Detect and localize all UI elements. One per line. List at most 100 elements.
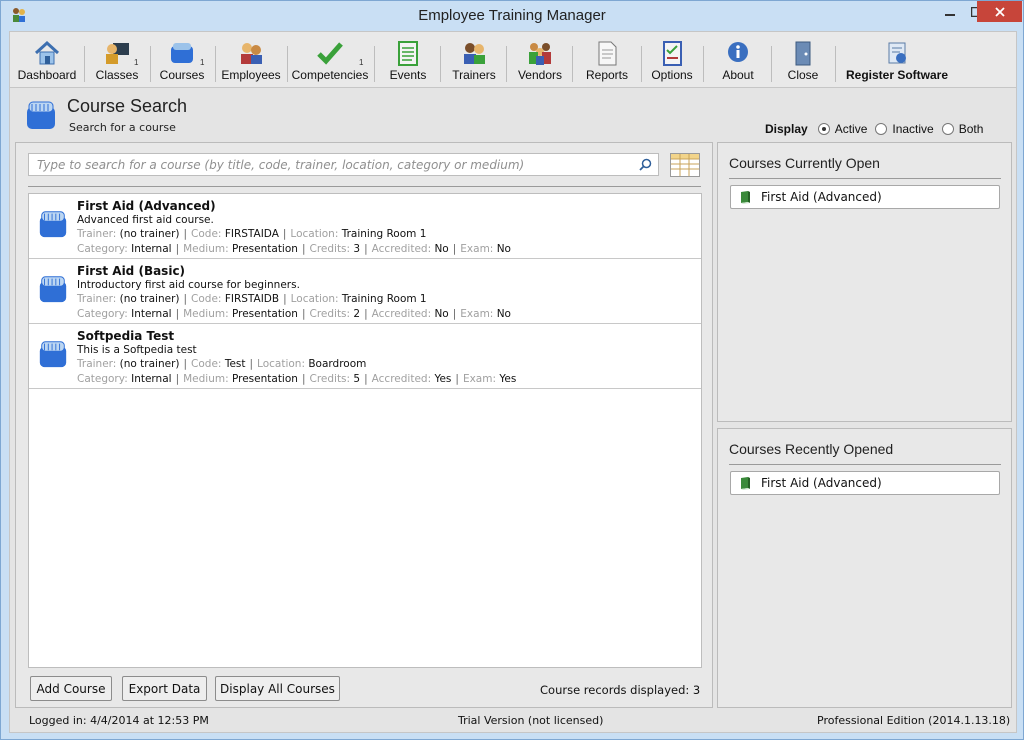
report-icon xyxy=(598,41,617,66)
toolbar-separator xyxy=(440,46,441,82)
course-exam: No xyxy=(496,308,511,320)
trainers-icon xyxy=(464,43,485,64)
course-category: Internal xyxy=(131,243,172,255)
field-key: Category: xyxy=(77,243,128,255)
classroom-icon xyxy=(106,43,129,64)
field-key: Medium: xyxy=(183,308,229,320)
toolbar-label: Trainers xyxy=(452,68,496,82)
course-icon xyxy=(39,341,67,368)
field-key: Category: xyxy=(77,373,128,385)
course-detail-line: Category: Internal | Medium: Presentation |… xyxy=(77,373,517,385)
toolbar-separator xyxy=(150,46,151,82)
search-input[interactable] xyxy=(29,154,629,175)
field-key: Location: xyxy=(290,293,339,305)
toolbar-trainers-button[interactable]: Trainers xyxy=(444,32,504,88)
toolbar-reports-button[interactable]: Reports xyxy=(576,32,638,88)
toolbar-label: Competencies xyxy=(291,68,369,82)
course-accredited: Yes xyxy=(434,373,452,385)
course-icon xyxy=(27,101,55,129)
course-location: Boardroom xyxy=(308,358,367,370)
export-data-button[interactable]: Export Data xyxy=(122,676,207,701)
divider xyxy=(729,464,1001,465)
courses-recent-panel: Courses Recently Opened First Aid (Advan… xyxy=(717,428,1012,708)
competencies-count: 1 xyxy=(359,58,364,67)
minimize-button[interactable] xyxy=(936,1,963,22)
field-key: Credits: xyxy=(309,308,351,320)
toolbar-classes-button[interactable]: 1 Classes xyxy=(88,32,146,88)
field-key: Code: xyxy=(191,228,222,240)
field-key: Exam: xyxy=(460,243,494,255)
course-description: Advanced first aid course. xyxy=(77,214,214,226)
toolbar-competencies-button[interactable]: 1 Competencies xyxy=(291,32,369,88)
field-key: Exam: xyxy=(462,373,497,385)
field-key: Trainer: xyxy=(77,358,117,370)
display-inactive-radio[interactable]: Inactive xyxy=(875,122,934,136)
display-active-radio[interactable]: Active xyxy=(817,122,868,136)
close-window-button[interactable] xyxy=(977,1,1022,22)
toolbar-options-button[interactable]: Options xyxy=(645,32,699,88)
radio-button xyxy=(941,123,954,135)
course-accredited: No xyxy=(434,308,449,320)
toolbar-about-button[interactable]: About xyxy=(707,32,769,88)
course-list: First Aid (Advanced) Advanced first aid … xyxy=(28,193,702,668)
register-icon xyxy=(888,42,906,64)
page-subtitle: Search for a course xyxy=(69,121,176,134)
course-row[interactable]: First Aid (Basic) Introductory first aid… xyxy=(29,259,701,324)
field-key: Accredited: xyxy=(371,308,432,320)
field-key: Accredited: xyxy=(371,243,432,255)
door-icon xyxy=(795,41,811,66)
classes-count: 1 xyxy=(134,58,139,67)
minimize-icon xyxy=(944,13,955,16)
add-course-button[interactable]: Add Course xyxy=(30,676,112,701)
toolbar-courses-button[interactable]: 1 Courses xyxy=(154,32,210,88)
display-label: Display xyxy=(765,122,808,136)
course-accredited: No xyxy=(434,243,449,255)
toolbar-vendors-button[interactable]: Vendors xyxy=(510,32,570,88)
toolbar-label: Events xyxy=(389,68,427,82)
course-row[interactable]: First Aid (Advanced) Advanced first aid … xyxy=(29,194,701,259)
radio-button xyxy=(817,123,830,135)
recent-course-label: First Aid (Advanced) xyxy=(761,476,882,490)
radio-label: Inactive xyxy=(892,122,934,136)
course-title: First Aid (Advanced) xyxy=(77,199,216,213)
radio-label: Active xyxy=(834,122,868,136)
display-all-courses-button[interactable]: Display All Courses xyxy=(215,676,340,701)
toolbar-events-button[interactable]: Events xyxy=(378,32,438,88)
toolbar-separator xyxy=(703,46,704,82)
status-logged-in: Logged in: 4/4/2014 at 12:53 PM xyxy=(29,714,209,727)
course-exam: Yes xyxy=(499,373,517,385)
panel-title: Courses Recently Opened xyxy=(729,441,894,457)
status-trial: Trial Version (not licensed) xyxy=(458,714,604,727)
toolbar-label: Vendors xyxy=(517,68,563,82)
course-icon xyxy=(39,211,67,238)
display-both-radio[interactable]: Both xyxy=(941,122,983,136)
field-key: Credits: xyxy=(309,373,351,385)
grid-view-icon[interactable] xyxy=(670,153,700,177)
display-filter: Display Active Inactive Both xyxy=(765,121,991,137)
field-key: Code: xyxy=(191,358,222,370)
course-medium: Presentation xyxy=(231,243,298,255)
open-course-item[interactable]: First Aid (Advanced) xyxy=(730,185,1000,209)
course-location: Training Room 1 xyxy=(341,293,427,305)
toolbar-register-button[interactable]: Register Software xyxy=(839,32,955,88)
title-bar[interactable]: Employee Training Manager xyxy=(1,1,1023,31)
toolbar-label: Classes xyxy=(95,68,139,82)
toolbar-separator xyxy=(572,46,573,82)
course-detail-line: Trainer: (no trainer) | Code: FIRSTAIDB | Lo… xyxy=(77,293,427,305)
course-detail-line: Trainer: (no trainer) | Code: FIRSTAIDA | Lo… xyxy=(77,228,427,240)
course-detail-line: Category: Internal | Medium: Presentation |… xyxy=(77,243,511,255)
courses-count: 1 xyxy=(200,58,205,67)
course-row[interactable]: Softpedia Test This is a Softpedia test … xyxy=(29,324,701,389)
course-medium: Presentation xyxy=(231,308,298,320)
field-key: Code: xyxy=(191,293,222,305)
field-key: Category: xyxy=(77,308,128,320)
course-search-page: Course Search Search for a course Displa… xyxy=(9,87,1017,733)
search-icon[interactable] xyxy=(639,158,652,171)
toolbar-dashboard-button[interactable]: Dashboard xyxy=(14,32,80,88)
toolbar-separator xyxy=(84,46,85,82)
recent-course-item[interactable]: First Aid (Advanced) xyxy=(730,471,1000,495)
toolbar-employees-button[interactable]: Employees xyxy=(219,32,283,88)
field-key: Accredited: xyxy=(371,373,432,385)
house-icon xyxy=(34,40,60,65)
toolbar-close-button[interactable]: Close xyxy=(775,32,831,88)
